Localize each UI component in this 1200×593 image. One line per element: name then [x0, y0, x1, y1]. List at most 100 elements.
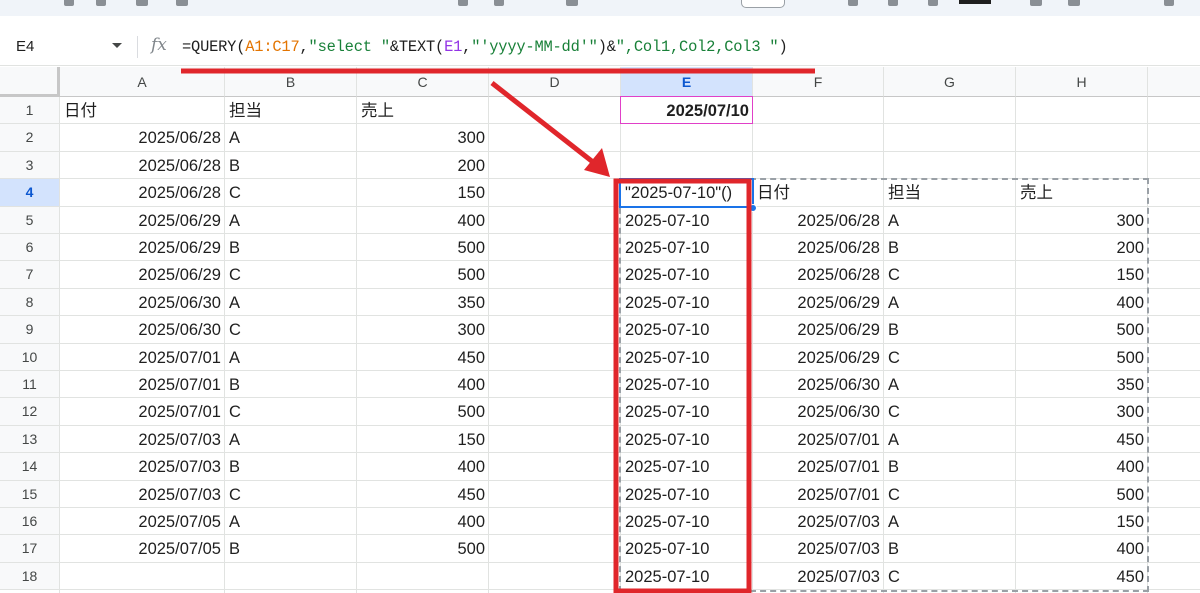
- cell: 2025/07/05: [138, 513, 221, 531]
- row-header-10[interactable]: 10: [0, 343, 60, 371]
- formula-token: E1: [444, 38, 463, 56]
- cell: B: [229, 239, 241, 257]
- cell: 2025/06/29: [138, 211, 221, 230]
- cell: 300: [457, 129, 485, 148]
- row-header-16[interactable]: 16: [0, 508, 60, 536]
- row-header-13[interactable]: 13: [0, 425, 60, 454]
- column-gridline: [488, 97, 489, 593]
- column-header-a[interactable]: A: [60, 67, 225, 97]
- fx-icon: fx: [151, 35, 167, 55]
- column-header-f[interactable]: F: [753, 67, 884, 97]
- cell: 150: [457, 430, 485, 449]
- row-header-9[interactable]: 9: [0, 316, 60, 344]
- undo-icon[interactable]: [64, 0, 74, 6]
- fill-color-icon[interactable]: [1030, 0, 1042, 6]
- cell: 500: [457, 403, 485, 422]
- cell: 2025/07/03: [138, 430, 221, 449]
- decrease-decimal-icon[interactable]: [458, 0, 468, 6]
- redo-icon[interactable]: [96, 0, 106, 6]
- formula-token: ): [778, 38, 788, 56]
- cell: 400: [457, 211, 485, 230]
- column-header-overflow: [1148, 67, 1200, 97]
- column-gridline: [356, 97, 357, 593]
- row-header-14[interactable]: 14: [0, 453, 60, 481]
- spreadsheet-grid[interactable]: A B C D E F G H 1 2 3 4 5 6 7 8 9 10 11 12 13 14 15 16 17 18 日付 担当売…: [0, 67, 1200, 593]
- cell: 2025/06/30: [138, 293, 221, 312]
- formula-bar: E4 fx =QUERY(A1:C17,"select "&TEXT(E1,"'…: [0, 16, 1200, 66]
- cell: 500: [457, 540, 485, 559]
- cell: 2025/06/29: [138, 239, 221, 257]
- column-header-h[interactable]: H: [1016, 67, 1148, 97]
- row-header-2[interactable]: 2: [0, 124, 60, 152]
- print-icon[interactable]: [136, 0, 148, 6]
- formula-token: "'yyyy-MM-dd'": [471, 38, 598, 56]
- row-header-7[interactable]: 7: [0, 261, 60, 289]
- column-header-g[interactable]: G: [884, 67, 1016, 97]
- cell: C: [229, 485, 241, 504]
- row-header-8[interactable]: 8: [0, 288, 60, 317]
- more-icon[interactable]: [1164, 0, 1174, 6]
- cell: C: [229, 403, 241, 422]
- increase-decimal-icon[interactable]: [494, 0, 504, 6]
- cell: 2025/07/01: [138, 348, 221, 367]
- cell: 300: [457, 321, 485, 340]
- formula-token: ",Col1,Col2,Col3 ": [615, 38, 779, 56]
- paint-format-icon[interactable]: [176, 0, 188, 6]
- cell: B: [229, 156, 241, 175]
- fill-handle[interactable]: [749, 203, 757, 212]
- row-header-12[interactable]: 12: [0, 398, 60, 426]
- column-gridline: [59, 97, 60, 593]
- column-gridline: [224, 97, 225, 593]
- bold-icon[interactable]: [848, 0, 858, 6]
- strikethrough-icon[interactable]: [928, 0, 938, 6]
- formula-input[interactable]: =QUERY(A1:C17,"select "&TEXT(E1,"'yyyy-M…: [182, 38, 788, 56]
- column-header-b[interactable]: B: [225, 67, 357, 97]
- formula-token: ,: [299, 38, 309, 56]
- cell: A: [229, 430, 241, 449]
- cell: 2025/07/03: [138, 485, 221, 504]
- select-all-corner[interactable]: [0, 67, 60, 97]
- cell: 2025/06/28: [138, 184, 221, 203]
- formula-token: "select ": [308, 38, 391, 56]
- font-size-box[interactable]: [741, 0, 785, 8]
- cell: B: [229, 376, 241, 394]
- cell: A: [229, 293, 241, 312]
- cell: B: [229, 458, 241, 477]
- row-header-1[interactable]: 1: [0, 97, 60, 125]
- column-header-c[interactable]: C: [357, 67, 489, 97]
- query-result-range: [619, 178, 1149, 592]
- row-header-4[interactable]: 4: [0, 179, 60, 207]
- format-icon[interactable]: [566, 0, 578, 6]
- cell: 450: [457, 485, 485, 504]
- cell: C: [229, 184, 241, 203]
- cell: 2025/07/01: [138, 403, 221, 422]
- cell: 2025/06/30: [138, 321, 221, 340]
- italic-icon[interactable]: [888, 0, 898, 6]
- text-color-icon[interactable]: [959, 0, 991, 4]
- row-header-6[interactable]: 6: [0, 234, 60, 262]
- active-cell-e4[interactable]: [619, 178, 754, 208]
- row-header-15[interactable]: 15: [0, 480, 60, 508]
- formula-token: =QUERY(: [182, 38, 246, 56]
- formula-bar-divider: [137, 36, 138, 58]
- row-header-3[interactable]: 3: [0, 151, 60, 180]
- formula-token: A1:C17: [245, 38, 300, 56]
- cell: 2025/07/03: [138, 458, 221, 477]
- name-box[interactable]: E4: [16, 38, 34, 55]
- row-header-17[interactable]: 17: [0, 535, 60, 563]
- formula-token: &TEXT(: [389, 38, 445, 56]
- column-header-e[interactable]: E: [621, 67, 753, 97]
- cell: A: [229, 129, 241, 148]
- row-header-11[interactable]: 11: [0, 371, 60, 399]
- formula-token: ,: [462, 38, 472, 56]
- cell: 450: [457, 348, 485, 367]
- cell: C: [229, 321, 241, 340]
- toolbar-background: [22, 0, 1200, 14]
- toolbar: [0, 0, 1200, 16]
- cell: 2025/06/28: [138, 156, 221, 175]
- chevron-down-icon[interactable]: [112, 43, 122, 48]
- borders-icon[interactable]: [1068, 0, 1080, 6]
- column-header-d[interactable]: D: [489, 67, 621, 97]
- row-header-18[interactable]: 18: [0, 562, 60, 591]
- row-header-5[interactable]: 5: [0, 206, 60, 234]
